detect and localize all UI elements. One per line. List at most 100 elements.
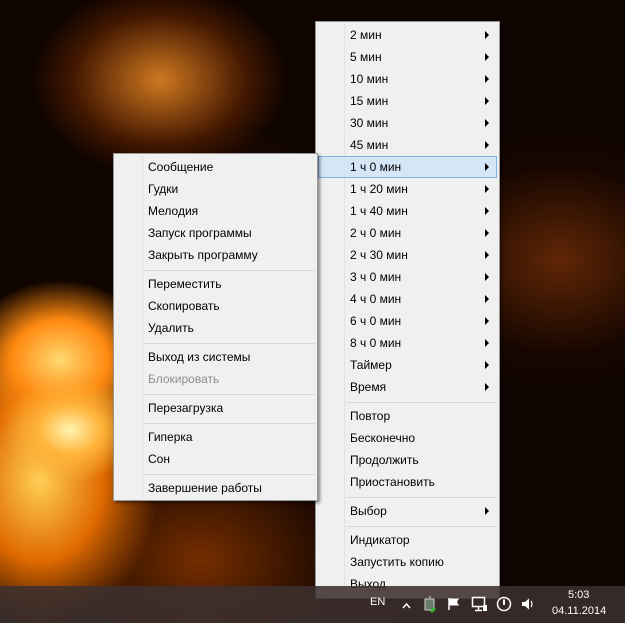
menu-item-beeps[interactable]: Гудки (116, 178, 315, 200)
menu-item-hibernate[interactable]: Гиперка (116, 426, 315, 448)
submenu-arrow-icon (485, 119, 489, 127)
submenu-arrow-icon (485, 97, 489, 105)
menu-item-label: 45 мин (350, 138, 389, 152)
submenu-arrow-icon (485, 207, 489, 215)
menu-item-30min[interactable]: 30 мин (318, 112, 497, 134)
menu-item-continue[interactable]: Продолжить (318, 449, 497, 471)
menu-separator (346, 497, 497, 498)
menu-item-label: Переместить (148, 277, 222, 291)
menu-item-infinite[interactable]: Бесконечно (318, 427, 497, 449)
menu-item-label: Продолжить (350, 453, 419, 467)
submenu-arrow-icon (485, 229, 489, 237)
menu-item-45min[interactable]: 45 мин (318, 134, 497, 156)
time-submenu: 2 мин 5 мин 10 мин 15 мин 30 мин 45 мин … (315, 21, 500, 599)
menu-item-label: 1 ч 40 мин (350, 204, 408, 218)
menu-separator (346, 526, 497, 527)
menu-item-label: Запуск программы (148, 226, 252, 240)
menu-item-copy[interactable]: Скопировать (116, 295, 315, 317)
menu-item-label: 6 ч 0 мин (350, 314, 402, 328)
menu-item-6h0min[interactable]: 6 ч 0 мин (318, 310, 497, 332)
menu-item-10min[interactable]: 10 мин (318, 68, 497, 90)
chevron-up-icon[interactable] (402, 599, 411, 613)
menu-item-label: Повтор (350, 409, 391, 423)
submenu-arrow-icon (485, 163, 489, 171)
menu-separator (144, 394, 315, 395)
menu-item-label: Приостановить (350, 475, 435, 489)
menu-item-move[interactable]: Переместить (116, 273, 315, 295)
menu-item-label: Скопировать (148, 299, 220, 313)
menu-item-label: Выход из системы (148, 350, 251, 364)
menu-item-label: Перезагрузка (148, 401, 224, 415)
menu-item-label: Гиперка (148, 430, 193, 444)
menu-item-label: 2 мин (350, 28, 382, 42)
clock-time[interactable]: 5:03 (568, 589, 589, 601)
menu-item-label: Запустить копию (350, 555, 444, 569)
menu-separator (144, 423, 315, 424)
menu-item-label: Бесконечно (350, 431, 416, 445)
menu-item-label: 1 ч 0 мин (350, 160, 402, 174)
menu-item-delete[interactable]: Удалить (116, 317, 315, 339)
submenu-arrow-icon (485, 295, 489, 303)
menu-item-label: Завершение работы (148, 481, 262, 495)
menu-item-label: Время (350, 380, 387, 394)
menu-item-close-program[interactable]: Закрыть программу (116, 244, 315, 266)
menu-item-message[interactable]: Сообщение (116, 156, 315, 178)
submenu-arrow-icon (485, 317, 489, 325)
taskbar: EN 5:03 04.11.2014 (0, 586, 625, 623)
menu-item-15min[interactable]: 15 мин (318, 90, 497, 112)
submenu-arrow-icon (485, 361, 489, 369)
menu-item-3h0min[interactable]: 3 ч 0 мин (318, 266, 497, 288)
menu-item-2h0min[interactable]: 2 ч 0 мин (318, 222, 497, 244)
power-icon[interactable] (496, 596, 512, 615)
menu-item-4h0min[interactable]: 4 ч 0 мин (318, 288, 497, 310)
menu-item-label: 1 ч 20 мин (350, 182, 408, 196)
menu-item-2h30min[interactable]: 2 ч 30 мин (318, 244, 497, 266)
network-icon[interactable] (471, 596, 488, 615)
menu-item-run-program[interactable]: Запуск программы (116, 222, 315, 244)
menu-item-label: Сон (148, 452, 170, 466)
menu-item-timer[interactable]: Таймер (318, 354, 497, 376)
menu-item-label: Таймер (350, 358, 392, 372)
menu-item-lock: Блокировать (116, 368, 315, 390)
menu-item-reboot[interactable]: Перезагрузка (116, 397, 315, 419)
menu-item-1h20min[interactable]: 1 ч 20 мин (318, 178, 497, 200)
menu-item-8h0min[interactable]: 8 ч 0 мин (318, 332, 497, 354)
menu-item-time[interactable]: Время (318, 376, 497, 398)
menu-item-shutdown[interactable]: Завершение работы (116, 477, 315, 499)
submenu-arrow-icon (485, 507, 489, 515)
menu-item-run-copy[interactable]: Запустить копию (318, 551, 497, 573)
menu-item-sleep[interactable]: Сон (116, 448, 315, 470)
menu-item-label: 10 мин (350, 72, 389, 86)
menu-item-label: Гудки (148, 182, 179, 196)
menu-item-melody[interactable]: Мелодия (116, 200, 315, 222)
volume-icon[interactable] (521, 597, 535, 614)
menu-item-label: Сообщение (148, 160, 214, 174)
submenu-arrow-icon (485, 185, 489, 193)
flag-icon[interactable] (447, 597, 461, 614)
menu-item-label: 3 ч 0 мин (350, 270, 402, 284)
menu-item-choice[interactable]: Выбор (318, 500, 497, 522)
submenu-arrow-icon (485, 273, 489, 281)
menu-item-2min[interactable]: 2 мин (318, 24, 497, 46)
menu-item-repeat[interactable]: Повтор (318, 405, 497, 427)
menu-separator (144, 343, 315, 344)
power-app-icon[interactable] (423, 595, 437, 616)
clock-date[interactable]: 04.11.2014 (552, 605, 606, 617)
menu-item-label: 8 ч 0 мин (350, 336, 402, 350)
menu-item-label: Индикатор (350, 533, 410, 547)
menu-item-label: 5 мин (350, 50, 382, 64)
menu-item-label: Закрыть программу (148, 248, 258, 262)
menu-item-label: 2 ч 30 мин (350, 248, 408, 262)
action-submenu: Сообщение Гудки Мелодия Запуск программы… (113, 153, 318, 501)
menu-item-logoff[interactable]: Выход из системы (116, 346, 315, 368)
menu-item-pause[interactable]: Приостановить (318, 471, 497, 493)
submenu-arrow-icon (485, 53, 489, 61)
menu-item-indicator[interactable]: Индикатор (318, 529, 497, 551)
menu-item-label: Мелодия (148, 204, 199, 218)
language-indicator[interactable]: EN (370, 596, 385, 608)
menu-item-1h40min[interactable]: 1 ч 40 мин (318, 200, 497, 222)
menu-separator (346, 402, 497, 403)
submenu-arrow-icon (485, 251, 489, 259)
menu-item-1h0min[interactable]: 1 ч 0 мин (318, 156, 497, 178)
menu-item-5min[interactable]: 5 мин (318, 46, 497, 68)
